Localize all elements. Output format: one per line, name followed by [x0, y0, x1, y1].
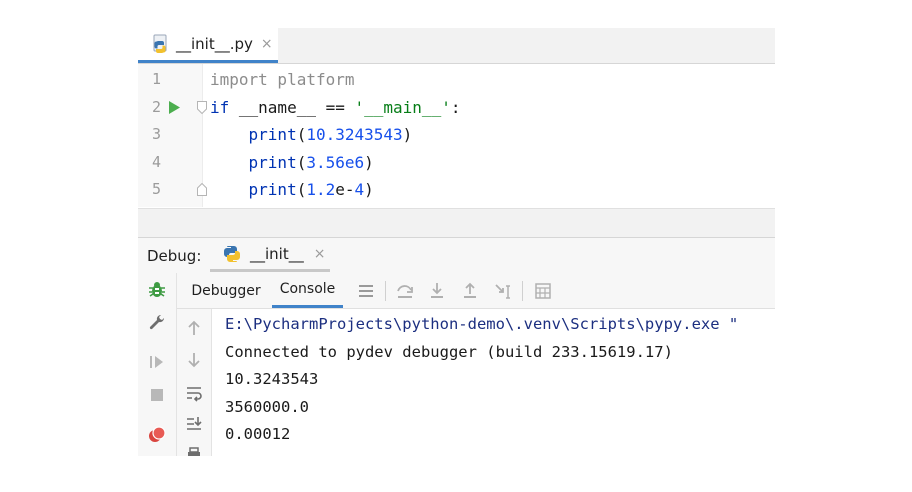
editor-footer [138, 208, 775, 237]
fold-end-icon[interactable] [197, 183, 207, 196]
code-token: '__main__' [354, 97, 451, 117]
code-token: ( [296, 152, 307, 172]
evaluate-icon[interactable] [533, 281, 553, 301]
code-editor[interactable]: 1 import platform 2 if __name__ == '__main_… [138, 64, 775, 207]
console-output-line: 3560000.0 [225, 397, 309, 416]
console-command-line: E:\PycharmProjects\python-demo\.venv\Scr… [225, 315, 739, 333]
line-number: 4 [151, 152, 161, 171]
console-side-toolbar [177, 309, 212, 456]
step-into-icon[interactable] [427, 281, 447, 301]
debug-title: Debug: [147, 247, 202, 265]
run-to-cursor-icon[interactable] [493, 281, 513, 301]
code-token: : [450, 97, 461, 117]
tab-console[interactable]: Console [272, 273, 343, 308]
code-token: ) [364, 152, 374, 172]
toolbar-separator [522, 281, 523, 301]
code-token: if [210, 97, 230, 117]
debug-session-tab[interactable]: __init__ × [210, 238, 330, 272]
code-token: e- [335, 180, 355, 199]
code-token: ( [296, 125, 307, 144]
close-session-icon[interactable]: × [314, 246, 326, 262]
code-token: __name__ == [229, 97, 355, 117]
code-token: print [248, 152, 297, 172]
console-output[interactable]: E:\PycharmProjects\python-demo\.venv\Scr… [212, 309, 775, 456]
file-tab-init-py[interactable]: __init__.py × [138, 28, 278, 63]
stop-icon[interactable] [147, 385, 167, 405]
code-line[interactable]: 5 print(1.2e-4) [138, 176, 775, 203]
code-token: ) [402, 125, 413, 144]
console-output-line: 0.00012 [225, 425, 291, 443]
menu-icon[interactable] [356, 281, 376, 301]
debug-tool-window-header: Debug: __init__ × [138, 237, 775, 274]
code-line[interactable]: 2 if __name__ == '__main__': [138, 94, 775, 121]
line-number: 5 [151, 180, 161, 198]
close-tab-icon[interactable]: × [261, 37, 273, 51]
code-token: 4 [354, 180, 365, 199]
breakpoints-icon[interactable] [147, 425, 167, 445]
step-out-icon[interactable] [460, 281, 480, 301]
scroll-down-icon[interactable] [184, 350, 204, 370]
file-tab-label: __init__.py [176, 35, 253, 53]
tab-debugger[interactable]: Debugger [183, 273, 269, 308]
scroll-up-icon[interactable] [184, 318, 204, 338]
console-output-line: 10.3243543 [225, 370, 319, 388]
code-text: print(10.3243543) [210, 121, 413, 148]
print-icon[interactable] [184, 444, 204, 456]
debug-session-label: __init__ [250, 244, 304, 263]
tab-console-label: Console [279, 281, 336, 297]
editor-tab-bar: __init__.py × [138, 28, 775, 64]
line-number: 1 [151, 70, 161, 88]
code-token: import platform [210, 70, 355, 89]
code-text: if __name__ == '__main__': [210, 94, 460, 121]
code-text: import platform [210, 66, 355, 93]
debug-tabs-toolbar: Debugger Console [177, 273, 775, 309]
python-icon [224, 245, 240, 262]
code-token: 1.2 [306, 180, 336, 199]
wrench-icon[interactable] [147, 313, 167, 333]
toolbar-separator [385, 281, 386, 301]
code-token: ) [364, 180, 374, 199]
scroll-to-end-icon[interactable] [184, 414, 204, 434]
step-over-icon[interactable] [395, 281, 415, 301]
code-line[interactable]: 4 print(3.56e6) [138, 149, 775, 176]
code-token: ( [296, 180, 307, 199]
code-token: print [248, 125, 297, 144]
debug-left-toolbar [138, 273, 177, 456]
code-token: 3.56e6 [306, 152, 365, 172]
pycharm-window: __init__.py × 1 import platform 2 if __name… [138, 28, 775, 456]
line-number: 2 [151, 97, 161, 116]
fold-start-icon[interactable] [197, 100, 207, 114]
run-gutter-icon[interactable] [168, 100, 180, 114]
code-text: print(1.2e-4) [210, 176, 374, 203]
code-line[interactable]: 1 import platform [138, 66, 775, 93]
resume-icon[interactable] [147, 352, 167, 372]
code-token: print [248, 180, 297, 199]
python-file-icon [153, 34, 167, 53]
soft-wrap-icon[interactable] [184, 383, 204, 403]
code-text: print(3.56e6) [210, 149, 374, 176]
code-token: 10.3243543 [306, 125, 403, 144]
line-number: 3 [151, 125, 161, 143]
console-output-line: Connected to pydev debugger (build 233.1… [225, 342, 673, 361]
code-line[interactable]: 3 print(10.3243543) [138, 121, 775, 148]
tab-debugger-label: Debugger [191, 282, 261, 299]
bug-icon[interactable] [147, 280, 167, 300]
